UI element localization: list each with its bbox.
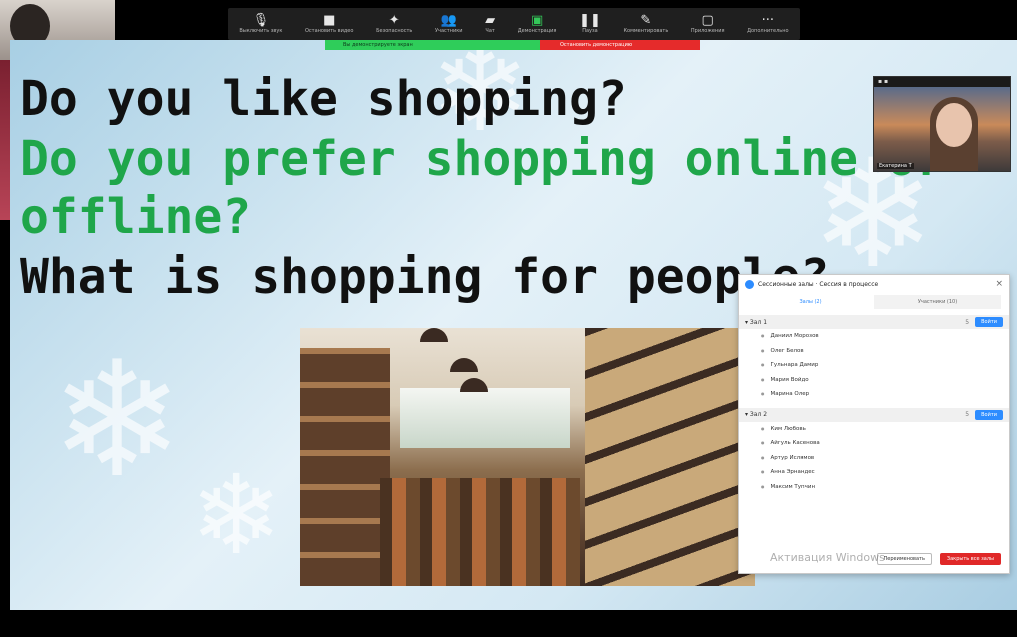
stop-video-button[interactable]: ■ Остановить видео <box>305 12 353 35</box>
room-member: Максим Тупчин <box>739 480 1009 495</box>
participants-button[interactable]: 👥 Участники <box>435 12 463 35</box>
view-icon: ▢ <box>701 12 714 28</box>
pause-share-button[interactable]: ❚❚ Пауза <box>579 12 601 35</box>
meeting-toolbar: 🎙 Выключить звук ■ Остановить видео ✦ Бе… <box>228 8 800 40</box>
pendant-lamp-icon <box>460 378 488 392</box>
participants-icon: 👥 <box>440 12 457 28</box>
room-member: Айгуль Касенова <box>739 436 1009 451</box>
annotate-button[interactable]: ✎ Комментировать <box>624 12 669 35</box>
slide-question-1: Do you like shopping? <box>20 71 627 127</box>
room-member: Ким Любовь <box>739 422 1009 437</box>
chat-icon: ▰ <box>485 12 496 28</box>
room-header-2[interactable]: ▾ Зал 2 5 Войти <box>739 407 1009 422</box>
room-header-1[interactable]: ▾ Зал 1 5 Войти <box>739 315 1009 329</box>
room-name: Зал 1 <box>749 318 768 326</box>
room-member: Марина Олер <box>739 387 1009 402</box>
slide-question-3: What is shopping for people? <box>20 249 830 305</box>
participant-face <box>936 103 972 147</box>
windows-activation-watermark: Активация Windows <box>770 551 885 564</box>
zoom-logo-icon <box>745 279 754 289</box>
shop-interior-photo <box>300 328 755 586</box>
annotate-icon: ✎ <box>640 12 652 28</box>
panel-header: Сессионные залы · Сессия в процессе × <box>739 275 1009 293</box>
room-member: Гульнара Дамир <box>739 358 1009 373</box>
breakout-rooms-panel: Сессионные залы · Сессия в процессе × За… <box>738 274 1010 574</box>
shop-window <box>400 388 570 448</box>
room-name: Зал 2 <box>749 411 768 418</box>
snowflake-icon: ❄ <box>190 451 283 579</box>
mute-button[interactable]: 🎙 Выключить звук <box>239 12 282 35</box>
stop-share-button[interactable]: Остановить демонстрацию <box>540 40 700 50</box>
panel-tabs: Залы (2) Участники (10) <box>747 295 1001 309</box>
room-member: Анна Эрнандес <box>739 465 1009 480</box>
shop-shelf-right <box>585 328 755 586</box>
video-camera-icon: ■ <box>323 12 336 28</box>
join-room-button[interactable]: Войти <box>975 409 1003 420</box>
security-button[interactable]: ✦ Безопасность <box>376 12 412 35</box>
pause-icon: ❚❚ <box>579 12 601 28</box>
participant-video-tile[interactable]: ▪ ▪ Екатерина Т <box>873 76 1011 172</box>
close-icon[interactable]: × <box>995 279 1003 289</box>
close-all-rooms-button[interactable]: Закрыть все залы <box>939 553 1001 565</box>
room-member: Олег Белов <box>739 344 1009 359</box>
share-screen-button[interactable]: ▣ Демонстрация <box>518 12 557 35</box>
room-member: Даниил Морозов <box>739 329 1009 344</box>
tab-participants[interactable]: Участники (10) <box>874 295 1001 309</box>
join-room-button[interactable]: Войти <box>975 317 1003 327</box>
more-button[interactable]: ··· Дополнительно <box>747 12 788 35</box>
snowflake-icon: ❄ <box>50 326 185 513</box>
room-member: Артур Ислямов <box>739 451 1009 466</box>
slide-question-2-continued: offline? <box>20 189 252 245</box>
security-icon: ✦ <box>388 12 400 28</box>
room-count: 5 <box>965 318 970 326</box>
share-screen-icon: ▣ <box>530 12 544 28</box>
shop-shelf-left <box>300 348 390 586</box>
slide-question-2: Do you prefer shopping online or <box>20 131 945 187</box>
pendant-lamp-icon <box>450 358 478 372</box>
participant-name: Екатерина Т <box>877 163 914 169</box>
chat-button[interactable]: ▰ Чат <box>485 12 496 35</box>
apps-button[interactable]: ▢ Приложения <box>691 12 725 35</box>
pendant-lamp-icon <box>420 328 448 342</box>
tab-rooms[interactable]: Залы (2) <box>747 295 874 309</box>
panel-title: Сессионные залы · Сессия в процессе <box>758 280 879 288</box>
sharing-status-banner: Вы демонстрируете экран <box>325 40 540 50</box>
microphone-icon: 🎙 <box>252 12 270 28</box>
more-icon: ··· <box>761 12 775 28</box>
shop-display-table <box>380 478 580 586</box>
room-member: Мария Войдо <box>739 373 1009 388</box>
video-tile-header: ▪ ▪ <box>874 77 1010 87</box>
room-count: 5 <box>965 411 970 418</box>
